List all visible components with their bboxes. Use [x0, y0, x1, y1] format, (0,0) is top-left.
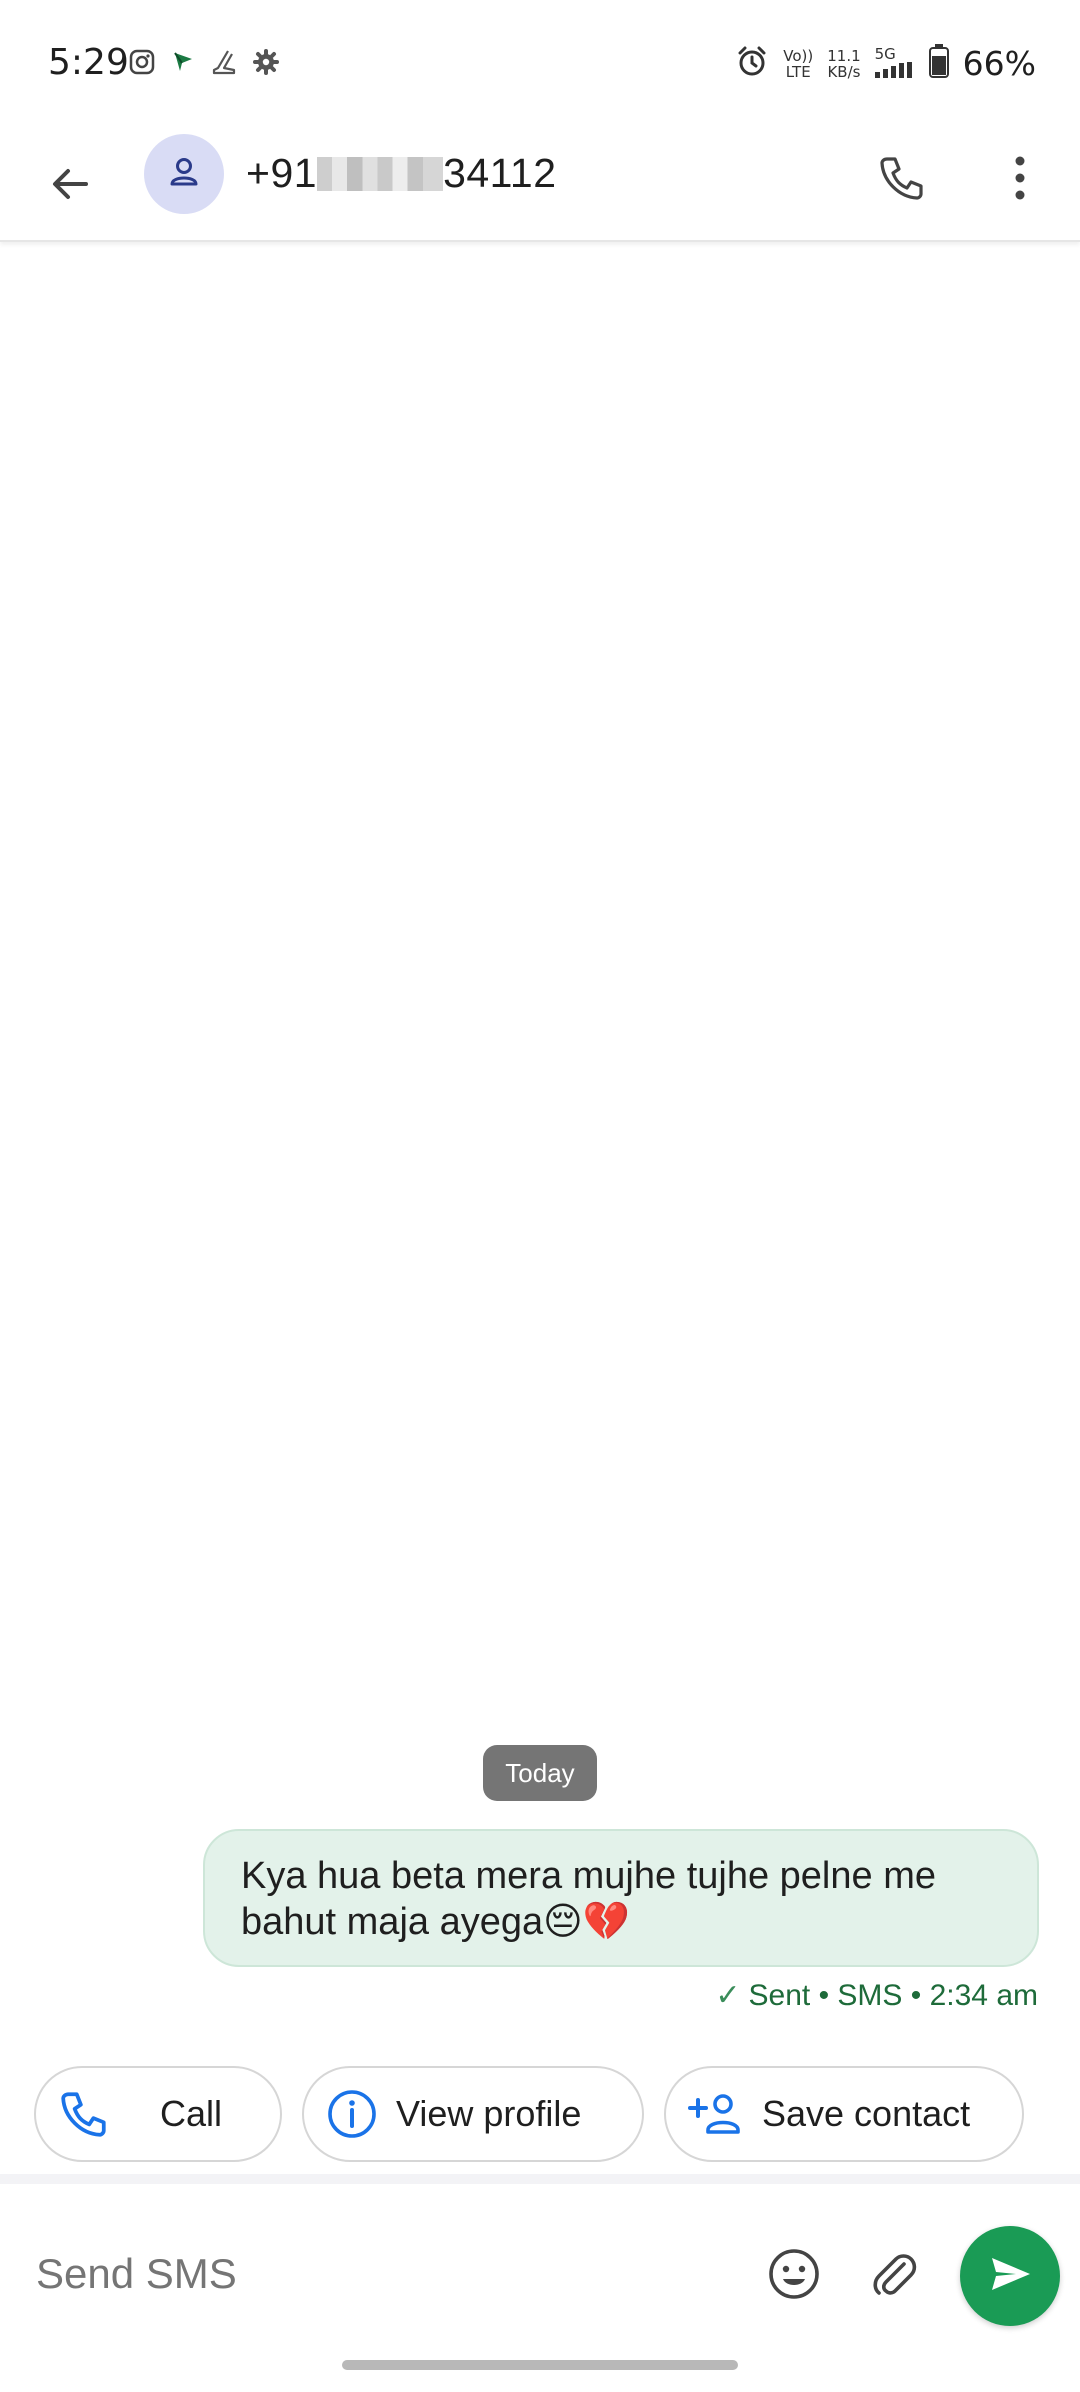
- contact-avatar[interactable]: [144, 134, 224, 214]
- signal-group: 5G: [874, 45, 915, 81]
- save-contact-chip[interactable]: Save contact: [664, 2066, 1024, 2162]
- status-system-icons: Vo)) LTE 11.1 KB/s 5G 66%: [735, 44, 1036, 83]
- emoji-icon: [766, 2246, 822, 2307]
- person-add-icon: [686, 2088, 746, 2140]
- battery-percent: 66%: [962, 44, 1036, 83]
- phone-suffix: 34112: [443, 150, 557, 196]
- boot-icon: [210, 48, 238, 76]
- compose-divider: [0, 2174, 1080, 2184]
- back-button[interactable]: [34, 150, 106, 222]
- back-arrow-icon: [48, 162, 92, 211]
- date-divider: Today: [483, 1745, 597, 1801]
- redacted-digits: [317, 157, 444, 191]
- attach-button[interactable]: [858, 2240, 930, 2312]
- phone-icon: [877, 153, 927, 208]
- alarm-icon: [735, 44, 769, 83]
- signal-icon: [874, 62, 915, 81]
- phone-prefix: +91: [246, 150, 318, 196]
- message-text: Kya hua beta mera mujhe tujhe pelne me b…: [241, 1855, 936, 1943]
- settings-icon: [252, 48, 280, 76]
- call-chip-label: Call: [160, 2093, 223, 2134]
- message-bubble-outgoing[interactable]: Kya hua beta mera mujhe tujhe pelne me b…: [203, 1829, 1039, 1967]
- flag-icon: [170, 49, 196, 75]
- call-chip[interactable]: Call: [34, 2066, 282, 2162]
- status-bar: 5:29 Vo)) LTE 11.1 KB/s 5G 66%: [0, 0, 1080, 130]
- save-contact-chip-label: Save contact: [762, 2093, 971, 2134]
- instagram-icon: [128, 48, 156, 76]
- send-button[interactable]: [960, 2226, 1060, 2326]
- phone-icon: [58, 2088, 110, 2140]
- attach-icon: [868, 2248, 920, 2305]
- more-options-button[interactable]: [984, 144, 1056, 216]
- message-input[interactable]: [36, 2250, 716, 2298]
- info-icon: [326, 2088, 378, 2140]
- network-type: 5G: [874, 45, 896, 63]
- conversation-app-bar: +91 34112: [0, 130, 1080, 242]
- message-status: ✓ Sent • SMS • 2:34 am: [715, 1978, 1038, 2013]
- more-vert-icon: [1014, 155, 1026, 206]
- call-button[interactable]: [866, 144, 938, 216]
- sent-check-icon: ✓: [715, 1979, 741, 2012]
- network-speed: 11.1 KB/s: [827, 46, 861, 81]
- status-notification-icons: [128, 48, 280, 76]
- send-icon: [986, 2250, 1034, 2303]
- view-profile-chip[interactable]: View profile: [302, 2066, 644, 2162]
- view-profile-chip-label: View profile: [396, 2093, 582, 2134]
- status-time: 5:29: [48, 42, 129, 83]
- volte-indicator: Vo)) LTE: [783, 46, 814, 81]
- person-icon: [167, 155, 201, 194]
- emoji-button[interactable]: [758, 2240, 830, 2312]
- home-indicator[interactable]: [342, 2360, 738, 2370]
- compose-bar: [0, 2184, 1080, 2392]
- battery-icon: [928, 44, 949, 83]
- contact-title[interactable]: +91 34112: [246, 150, 557, 197]
- message-status-text: Sent • SMS • 2:34 am: [748, 1978, 1038, 2012]
